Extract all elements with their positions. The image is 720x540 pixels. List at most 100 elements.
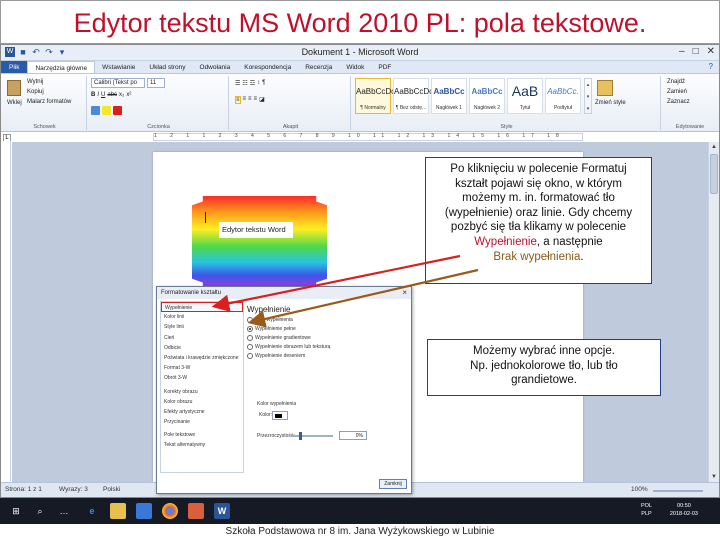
radio-icon[interactable] <box>247 353 253 359</box>
category-picture-corrections[interactable]: Korekty obrazu <box>161 387 243 397</box>
category-shadow[interactable]: Cień <box>161 333 243 343</box>
tab-references[interactable]: Odwołania <box>193 61 238 73</box>
horizontal-ruler[interactable]: 1 2 1 1 2 3 4 5 6 7 8 9 10 11 12 13 14 1… <box>153 133 583 141</box>
category-fill[interactable]: Wypełnienie <box>161 302 243 313</box>
dialog-close-button[interactable]: Zamknij <box>379 479 407 489</box>
superscript-icon[interactable]: x² <box>126 92 131 98</box>
sort-icon[interactable]: ↕ <box>257 80 260 87</box>
style-normal[interactable]: AaBbCcDc ¶ Normalny <box>355 78 395 114</box>
tab-view[interactable]: Widok <box>339 61 371 73</box>
help-icon[interactable]: ? <box>709 62 713 71</box>
paint-icon[interactable] <box>188 503 204 519</box>
dialog-close-icon[interactable]: × <box>402 287 407 299</box>
option-picture-fill[interactable]: Wypełnienie obrazem lub teksturą <box>247 344 330 350</box>
justify-icon[interactable]: ≡ <box>254 96 258 104</box>
style-subtitle[interactable]: AaBbCc. Podtytuł <box>545 78 581 114</box>
category-line-style[interactable]: Style linii <box>161 322 243 332</box>
tab-insert[interactable]: Wstawianie <box>95 61 142 73</box>
category-3d-format[interactable]: Format 3-W <box>161 363 243 373</box>
vertical-ruler[interactable] <box>1 141 11 481</box>
fill-color-picker[interactable] <box>272 411 288 420</box>
cut-button[interactable]: Wytnij <box>27 79 43 85</box>
font-size-combo[interactable]: 11 <box>147 78 165 88</box>
category-picture-color[interactable]: Kolor obrazu <box>161 397 243 407</box>
gradient-shape[interactable] <box>192 196 327 288</box>
align-left-icon[interactable]: ≡ <box>235 96 241 104</box>
vertical-scrollbar[interactable]: ▲ ▼ <box>708 142 719 482</box>
option-no-fill[interactable]: Brak wypełnienia <box>247 317 293 323</box>
word-taskbar-icon[interactable]: W <box>214 503 230 519</box>
page-count[interactable]: Strona: 1 z 1 <box>5 486 42 493</box>
shading-icon[interactable]: ◪ <box>259 96 265 104</box>
option-pattern-fill[interactable]: Wypełnienie deseniem <box>247 353 305 359</box>
scroll-thumb[interactable] <box>710 154 718 194</box>
font-name-combo[interactable]: Calibri (Tekst po <box>91 78 145 88</box>
transparency-slider-thumb[interactable] <box>299 432 302 440</box>
font-color-icon[interactable] <box>113 106 122 115</box>
option-solid-fill[interactable]: Wypełnienie pełne <box>247 326 296 332</box>
style-gallery-scroll[interactable]: ▴ ▾ ▾ <box>584 78 592 114</box>
category-crop[interactable]: Przycinanie <box>161 417 243 427</box>
category-reflection[interactable]: Odbicie <box>161 343 243 353</box>
strikethrough-icon[interactable]: abc <box>107 92 117 98</box>
category-alt-text[interactable]: Tekst alternatywny <box>161 440 243 450</box>
style-heading-2[interactable]: AaBbCc Nagłówek 2 <box>469 78 505 114</box>
style-title[interactable]: AaB Tytuł <box>507 78 543 114</box>
radio-icon[interactable] <box>247 335 253 341</box>
zoom-slider[interactable] <box>653 490 703 492</box>
change-styles-icon[interactable] <box>597 80 613 96</box>
category-line-color[interactable]: Kolor linii <box>161 312 243 322</box>
style-no-spacing[interactable]: AaBbCcDc ¶ Bez odstę... <box>393 78 433 114</box>
category-artistic-effects[interactable]: Efekty artystyczne <box>161 407 243 417</box>
maximize-icon[interactable]: □ <box>693 46 699 57</box>
shape-text-box[interactable]: Edytor tekstu Word <box>219 222 293 238</box>
tab-file[interactable]: Plik <box>1 61 28 73</box>
scroll-up-icon[interactable]: ▲ <box>710 143 718 151</box>
option-gradient-fill[interactable]: Wypełnienie gradientowe <box>247 335 311 341</box>
store-icon[interactable] <box>136 503 152 519</box>
bold-icon[interactable]: B <box>91 92 95 98</box>
radio-icon[interactable] <box>247 326 253 332</box>
bullets-icon[interactable]: ☰ <box>235 80 240 87</box>
subscript-icon[interactable]: x₂ <box>119 92 124 98</box>
search-icon[interactable]: ⌕ <box>32 503 48 519</box>
italic-icon[interactable]: I <box>97 92 99 98</box>
numbering-icon[interactable]: ☷ <box>242 80 247 87</box>
tab-pdf[interactable]: PDF <box>371 61 398 73</box>
task-view-icon[interactable]: … <box>56 503 72 519</box>
underline-icon[interactable]: U <box>101 92 105 98</box>
radio-icon[interactable] <box>247 317 253 323</box>
change-styles-button[interactable]: Zmień style <box>595 100 626 106</box>
style-heading-1[interactable]: AaBbCc Nagłówek 1 <box>431 78 467 114</box>
category-text-box[interactable]: Pole tekstowe <box>161 430 243 440</box>
text-effects-icon[interactable] <box>91 106 100 115</box>
zoom-level[interactable]: 100% <box>631 486 648 493</box>
transparency-slider[interactable] <box>291 435 333 437</box>
replace-button[interactable]: Zamień <box>667 89 687 95</box>
edge-icon[interactable]: e <box>84 503 100 519</box>
format-painter-button[interactable]: Malarz formatów <box>27 99 71 105</box>
paste-icon[interactable] <box>7 80 21 96</box>
file-explorer-icon[interactable] <box>110 503 126 519</box>
start-icon[interactable]: ⊞ <box>8 503 24 519</box>
input-language[interactable]: POL PLP <box>641 502 652 518</box>
select-button[interactable]: Zaznacz <box>667 99 690 105</box>
category-3d-rotation[interactable]: Obrót 3-W <box>161 373 243 383</box>
scroll-down-icon[interactable]: ▼ <box>710 473 718 481</box>
category-glow[interactable]: Poświata i krawędzie zmiękczone <box>161 353 243 363</box>
tab-mailings[interactable]: Korespondencja <box>237 61 298 73</box>
tab-page-layout[interactable]: Układ strony <box>142 61 192 73</box>
copy-button[interactable]: Kopiuj <box>27 89 44 95</box>
pilcrow-icon[interactable]: ¶ <box>262 80 265 87</box>
clock[interactable]: 00:50 2018-02-03 <box>670 502 698 518</box>
close-icon[interactable]: ✕ <box>707 46 715 57</box>
tab-review[interactable]: Recenzja <box>298 61 339 73</box>
align-right-icon[interactable]: ≡ <box>248 96 252 104</box>
minimize-icon[interactable]: – <box>679 46 685 57</box>
align-center-icon[interactable]: ≡ <box>243 96 247 104</box>
chrome-icon[interactable] <box>162 503 178 519</box>
language-indicator[interactable]: Polski <box>103 486 120 493</box>
radio-icon[interactable] <box>247 344 253 350</box>
word-count[interactable]: Wyrazy: 3 <box>59 486 88 493</box>
transparency-input[interactable]: 0% <box>339 431 367 440</box>
